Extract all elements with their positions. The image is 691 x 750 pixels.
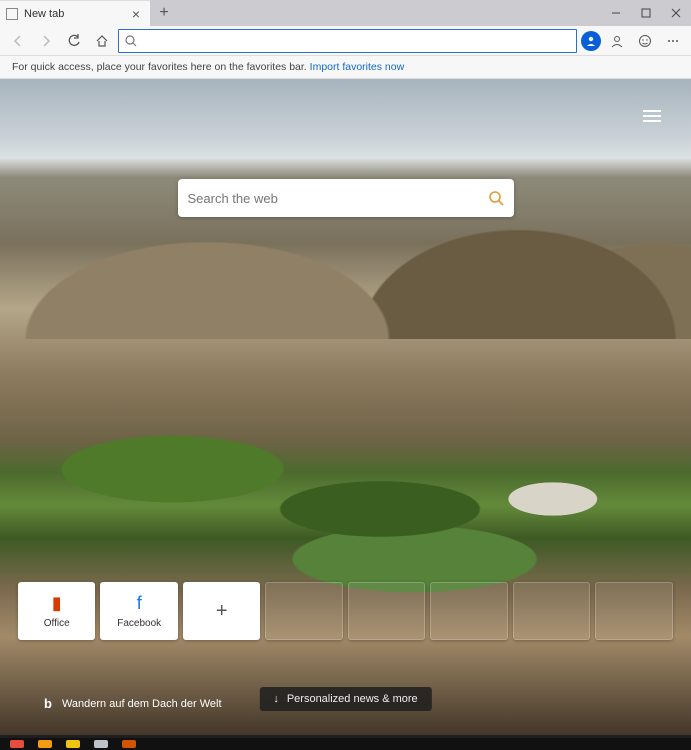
page-settings-button[interactable] bbox=[643, 107, 661, 125]
tile-office[interactable]: ▮ Office bbox=[18, 582, 95, 640]
plus-icon: + bbox=[216, 600, 228, 623]
back-arrow-icon bbox=[11, 34, 25, 48]
close-window-button[interactable] bbox=[661, 0, 691, 26]
tile-empty[interactable] bbox=[595, 582, 673, 640]
title-bar: New tab × + bbox=[0, 0, 691, 26]
forward-arrow-icon bbox=[39, 34, 53, 48]
profile-icon bbox=[585, 35, 597, 47]
favorites-hint-bar: For quick access, place your favorites h… bbox=[0, 56, 691, 79]
news-chip-label: Personalized news & more bbox=[287, 693, 418, 705]
more-icon bbox=[666, 34, 680, 48]
home-button[interactable] bbox=[90, 29, 114, 53]
minimize-button[interactable] bbox=[601, 0, 631, 26]
tab-title: New tab bbox=[24, 8, 64, 20]
office-icon: ▮ bbox=[52, 593, 62, 614]
favorites-hint-text: For quick access, place your favorites h… bbox=[12, 61, 307, 73]
taskbar-app-icon[interactable] bbox=[122, 740, 136, 748]
feedback-button[interactable] bbox=[633, 29, 657, 53]
refresh-icon bbox=[67, 34, 81, 48]
account-button[interactable] bbox=[605, 29, 629, 53]
address-bar[interactable] bbox=[118, 29, 577, 53]
smiley-icon bbox=[638, 34, 652, 48]
maximize-icon bbox=[641, 8, 651, 18]
home-icon bbox=[95, 34, 109, 48]
tile-facebook[interactable]: f Facebook bbox=[100, 582, 177, 640]
tile-add[interactable]: + bbox=[183, 582, 260, 640]
image-caption[interactable]: b Wandern auf dem Dach der Welt bbox=[44, 696, 222, 711]
close-icon bbox=[671, 8, 681, 18]
menu-button[interactable] bbox=[661, 29, 685, 53]
close-tab-button[interactable]: × bbox=[128, 6, 144, 22]
facebook-icon: f bbox=[137, 593, 142, 614]
taskbar-app-icon[interactable] bbox=[10, 740, 24, 748]
web-search-input[interactable] bbox=[188, 191, 488, 206]
new-tab-button[interactable]: + bbox=[150, 0, 178, 26]
new-tab-page: ▮ Office f Facebook + b Wandern auf dem … bbox=[0, 79, 691, 735]
search-submit-icon bbox=[488, 190, 504, 206]
import-favorites-link[interactable]: Import favorites now bbox=[310, 61, 405, 73]
taskbar-app-icon[interactable] bbox=[94, 740, 108, 748]
search-icon bbox=[125, 35, 137, 47]
forward-button[interactable] bbox=[34, 29, 58, 53]
quick-links-row: ▮ Office f Facebook + bbox=[18, 582, 673, 640]
back-button[interactable] bbox=[6, 29, 30, 53]
taskbar-app-icon[interactable] bbox=[38, 740, 52, 748]
profile-button[interactable] bbox=[581, 31, 601, 51]
tile-empty[interactable] bbox=[348, 582, 426, 640]
tile-empty[interactable] bbox=[265, 582, 343, 640]
toolbar bbox=[0, 26, 691, 56]
refresh-button[interactable] bbox=[62, 29, 86, 53]
tile-label: Facebook bbox=[117, 618, 161, 629]
web-search-box[interactable] bbox=[178, 179, 514, 217]
bing-icon: b bbox=[44, 696, 52, 711]
arrow-down-icon: ↓ bbox=[273, 693, 279, 705]
window-controls bbox=[601, 0, 691, 26]
personalized-news-button[interactable]: ↓ Personalized news & more bbox=[259, 687, 431, 711]
address-input[interactable] bbox=[143, 34, 570, 48]
tile-label: Office bbox=[44, 618, 70, 629]
web-search-submit[interactable] bbox=[488, 190, 504, 206]
caption-text: Wandern auf dem Dach der Welt bbox=[62, 698, 222, 710]
favicon-placeholder-icon bbox=[6, 8, 18, 20]
maximize-button[interactable] bbox=[631, 0, 661, 26]
taskbar bbox=[0, 738, 691, 750]
person-icon bbox=[610, 34, 624, 48]
tile-empty[interactable] bbox=[430, 582, 508, 640]
taskbar-app-icon[interactable] bbox=[66, 740, 80, 748]
tile-empty[interactable] bbox=[513, 582, 591, 640]
minimize-icon bbox=[611, 8, 621, 18]
browser-tab[interactable]: New tab × bbox=[0, 0, 150, 26]
